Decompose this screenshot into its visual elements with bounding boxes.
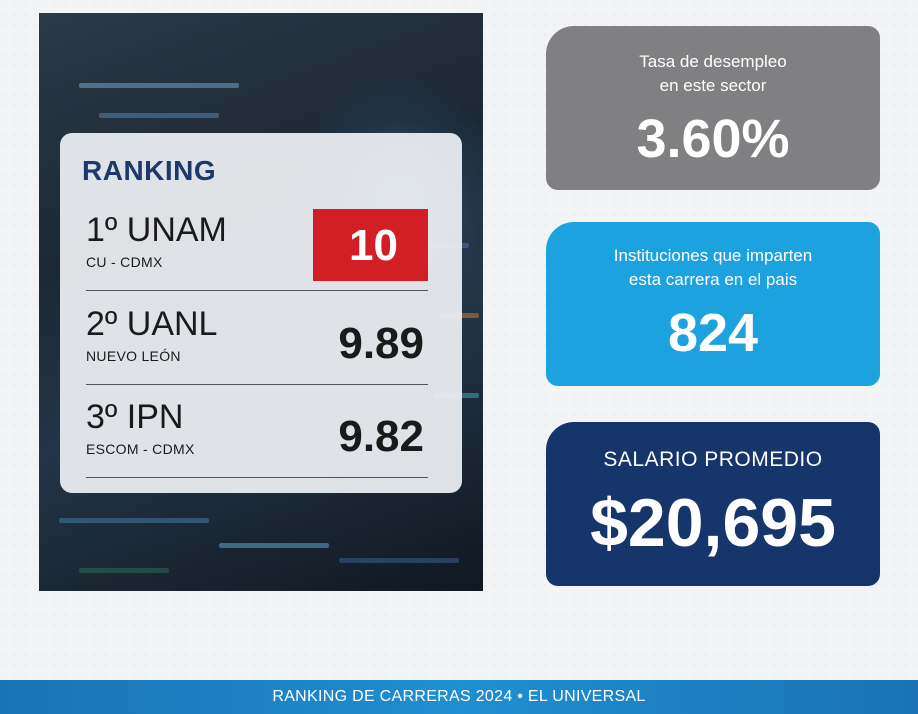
code-stroke — [59, 518, 209, 523]
ranking-row-1: 1º UNAM CU - CDMX 10 — [86, 209, 428, 291]
ranking-row-score: 9.89 — [338, 319, 424, 368]
ranking-row-location: ESCOM - CDMX — [86, 441, 195, 457]
ranking-card: RANKING 1º UNAM CU - CDMX 10 2º UANL NUE… — [60, 133, 462, 493]
footer-text: RANKING DE CARRERAS 2024 • EL UNIVERSAL — [272, 688, 646, 705]
institutions-label-line1: Instituciones que imparten — [613, 246, 813, 265]
row-divider — [86, 476, 428, 478]
row-divider — [86, 289, 428, 291]
salary-label: SALARIO PROMEDIO — [603, 448, 823, 471]
unemployment-card: Tasa de desempleo en este sector 3.60% — [546, 26, 880, 190]
salary-card: SALARIO PROMEDIO $20,695 — [546, 422, 880, 586]
ranking-row-3: 3º IPN ESCOM - CDMX 9.82 — [86, 398, 428, 478]
ranking-row-2: 2º UANL NUEVO LEÓN 9.89 — [86, 305, 428, 385]
ranking-row-name: 2º UANL — [86, 305, 218, 343]
code-stroke — [219, 543, 329, 548]
ranking-title: RANKING — [82, 155, 217, 186]
institutions-value: 824 — [667, 303, 759, 363]
unemployment-value: 3.60% — [636, 109, 790, 169]
row-divider — [86, 383, 428, 385]
code-stroke — [99, 113, 219, 118]
unemployment-label-line1: Tasa de desempleo — [639, 52, 787, 71]
code-stroke — [79, 83, 239, 88]
unemployment-label-line2: en este sector — [659, 76, 767, 95]
footer-bar: RANKING DE CARRERAS 2024 • EL UNIVERSAL — [0, 680, 918, 714]
salary-value: $20,695 — [590, 485, 836, 561]
code-stroke — [339, 558, 459, 563]
code-stroke — [79, 568, 169, 573]
institutions-label-line2: esta carrera en el pais — [628, 270, 798, 289]
ranking-row-score: 10 — [349, 221, 398, 270]
ranking-row-name: 3º IPN — [86, 398, 184, 436]
ranking-row-location: CU - CDMX — [86, 254, 163, 270]
ranking-row-name: 1º UNAM — [86, 211, 227, 249]
ranking-row-score: 9.82 — [338, 412, 424, 461]
institutions-card: Instituciones que imparten esta carrera … — [546, 222, 880, 386]
score-highlight-box: 10 — [313, 209, 428, 281]
ranking-row-location: NUEVO LEÓN — [86, 348, 181, 364]
